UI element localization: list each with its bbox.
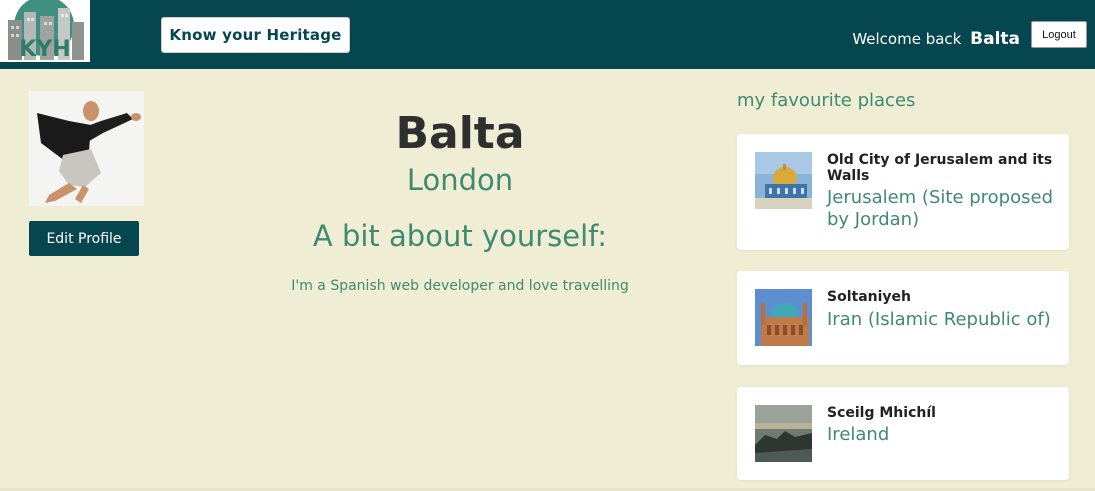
welcome-username: Balta (970, 29, 1020, 49)
favourite-card[interactable]: Old City of Jerusalem and its Walls Jeru… (737, 134, 1069, 250)
place-country: Ireland (827, 424, 890, 445)
favourite-card[interactable]: Sceilg Mhichíl Ireland (737, 387, 1069, 480)
svg-text:KYH: KYH (19, 37, 70, 62)
place-country: Jerusalem (Site proposed by Jordan) (827, 187, 1053, 230)
place-thumbnail (755, 405, 812, 462)
edit-profile-button[interactable]: Edit Profile (29, 221, 139, 256)
profile-photo (29, 91, 144, 206)
top-navbar: KYH Know your Heritage Welcome back Balt… (0, 0, 1095, 69)
profile-name: Balta (395, 108, 525, 159)
place-name: Sceilg Mhichíl (827, 405, 936, 421)
profile-avatar (29, 91, 144, 206)
place-thumbnail (755, 152, 812, 209)
place-country: Iran (Islamic Republic of) (827, 309, 1051, 330)
about-heading: A bit about yourself: (312, 219, 608, 253)
profile-city: London (406, 163, 514, 197)
site-logo[interactable]: KYH (0, 0, 90, 62)
place-thumbnail (755, 289, 812, 346)
favourites-title: my favourite places (737, 90, 916, 111)
place-name: Soltaniyeh (827, 289, 911, 305)
favourite-card[interactable]: Soltaniyeh Iran (Islamic Republic of) (737, 271, 1069, 365)
welcome-prefix: Welcome back (852, 30, 962, 48)
welcome-message: Welcome back Balta (852, 29, 1020, 49)
about-text: I'm a Spanish web developer and love tra… (291, 278, 629, 294)
logo-icon: KYH (0, 0, 90, 62)
brand-home-button[interactable]: Know your Heritage (161, 17, 350, 53)
logout-button[interactable]: Logout (1031, 21, 1087, 48)
place-name: Old City of Jerusalem and its Walls (827, 152, 1053, 184)
